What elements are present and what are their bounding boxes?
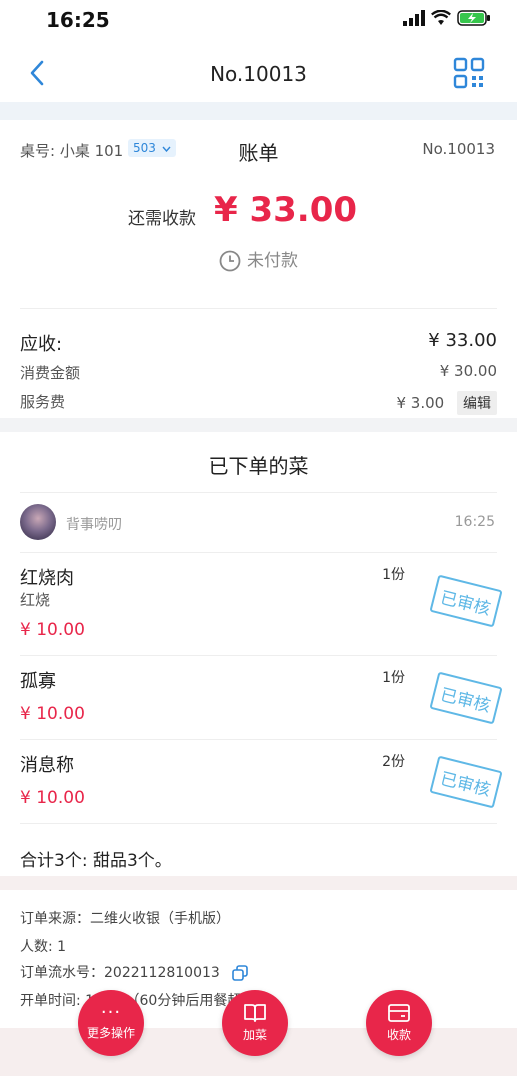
receivable-label: 应收: bbox=[20, 334, 63, 355]
consumption-value: ¥ 30.00 bbox=[439, 362, 497, 380]
collect-payment-button[interactable]: 收款 bbox=[366, 990, 432, 1056]
bill-number: No.10013 bbox=[422, 140, 495, 158]
order-source: 订单来源：二维火收银（手机版） bbox=[20, 911, 230, 927]
divider bbox=[20, 308, 497, 309]
service-fee-label: 服务费 bbox=[20, 393, 66, 411]
dish-note: 红烧 bbox=[20, 591, 51, 609]
copy-icon[interactable] bbox=[232, 965, 249, 981]
status-time: 16:25 bbox=[46, 8, 110, 32]
order-serial-row: 订单流水号：2022112810013 bbox=[20, 962, 249, 982]
nav-bar: No.10013 bbox=[0, 44, 517, 102]
dish-quantity: 2份 bbox=[382, 754, 405, 770]
approved-stamp: 已审核 bbox=[429, 574, 503, 628]
section-gap bbox=[0, 876, 517, 890]
book-icon bbox=[244, 1004, 266, 1022]
orders-card: 已下单的菜 背事唠叨 16:25 红烧肉 红烧 ¥ 10.00 1份 已审核 孤… bbox=[0, 432, 517, 876]
orders-title: 已下单的菜 bbox=[208, 454, 309, 478]
dish-name: 消息称 bbox=[20, 755, 74, 776]
service-fee-row: 服务费 ¥ 3.00 编辑 bbox=[20, 391, 497, 415]
add-dish-label: 加菜 bbox=[242, 1028, 267, 1042]
collect-payment-label: 收款 bbox=[386, 1028, 411, 1042]
card-icon bbox=[388, 1004, 410, 1022]
dish-name: 孤寡 bbox=[20, 671, 56, 692]
battery-icon bbox=[457, 10, 490, 26]
dish-price: ¥ 10.00 bbox=[20, 620, 85, 640]
list-item[interactable]: 红烧肉 红烧 ¥ 10.00 1份 已审核 bbox=[20, 554, 503, 654]
more-actions-label: 更多操作 bbox=[86, 1026, 135, 1040]
status-icons bbox=[403, 10, 491, 26]
receivable-value: ¥ 33.00 bbox=[428, 330, 497, 351]
section-gap bbox=[0, 102, 517, 120]
list-item[interactable]: 孤寡 ¥ 10.00 1份 已审核 bbox=[20, 657, 503, 741]
dish-price: ¥ 10.00 bbox=[20, 788, 85, 808]
qr-code-button[interactable] bbox=[453, 57, 485, 89]
add-dish-button[interactable]: 加菜 bbox=[222, 990, 288, 1056]
service-fee-value: ¥ 3.00 bbox=[396, 394, 445, 412]
dish-price: ¥ 10.00 bbox=[20, 704, 85, 724]
list-item[interactable]: 消息称 ¥ 10.00 2份 已审核 bbox=[20, 741, 503, 825]
divider bbox=[20, 492, 497, 493]
dish-name: 红烧肉 bbox=[20, 568, 74, 589]
more-actions-button[interactable]: ··· 更多操作 bbox=[78, 990, 144, 1056]
divider bbox=[20, 552, 497, 553]
due-amount: ¥ 33.00 bbox=[214, 190, 358, 230]
page-title: No.10013 bbox=[210, 62, 307, 86]
people-count: 人数: 1 bbox=[20, 939, 67, 955]
service-fee-value-group: ¥ 3.00 编辑 bbox=[396, 391, 497, 415]
avatar bbox=[20, 504, 56, 540]
order-summary: 合计3个: 甜品3个。 bbox=[20, 851, 172, 871]
consumption-row: 消费金额 ¥ 30.00 bbox=[20, 362, 497, 383]
section-gap bbox=[0, 418, 517, 432]
qr-code-icon bbox=[453, 57, 485, 89]
more-icon: ··· bbox=[100, 1002, 122, 1023]
dish-quantity: 1份 bbox=[382, 670, 405, 686]
edit-service-fee-button[interactable]: 编辑 bbox=[457, 391, 497, 415]
order-time: 16:25 bbox=[454, 514, 495, 530]
bill-card: 桌号: 小桌 101 503 账单 No.10013 还需收款 ¥ 33.00 … bbox=[0, 120, 517, 418]
dish-quantity: 1份 bbox=[382, 567, 405, 583]
divider bbox=[20, 823, 497, 824]
due-label: 还需收款 bbox=[128, 209, 196, 229]
consumption-label: 消费金额 bbox=[20, 364, 81, 382]
status-bar: 16:25 bbox=[0, 0, 517, 44]
approved-stamp: 已审核 bbox=[429, 755, 503, 809]
divider bbox=[20, 655, 497, 656]
payment-status: 未付款 bbox=[0, 246, 517, 272]
receivable-row: 应收: ¥ 33.00 bbox=[20, 330, 497, 356]
approved-stamp: 已审核 bbox=[429, 671, 503, 725]
payment-status-text: 未付款 bbox=[247, 251, 298, 271]
clock-icon bbox=[219, 250, 241, 272]
divider bbox=[20, 739, 497, 740]
signal-icon bbox=[403, 10, 425, 26]
order-serial: 订单流水号：2022112810013 bbox=[20, 965, 220, 981]
user-name: 背事唠叨 bbox=[66, 517, 122, 533]
wifi-icon bbox=[431, 10, 451, 25]
